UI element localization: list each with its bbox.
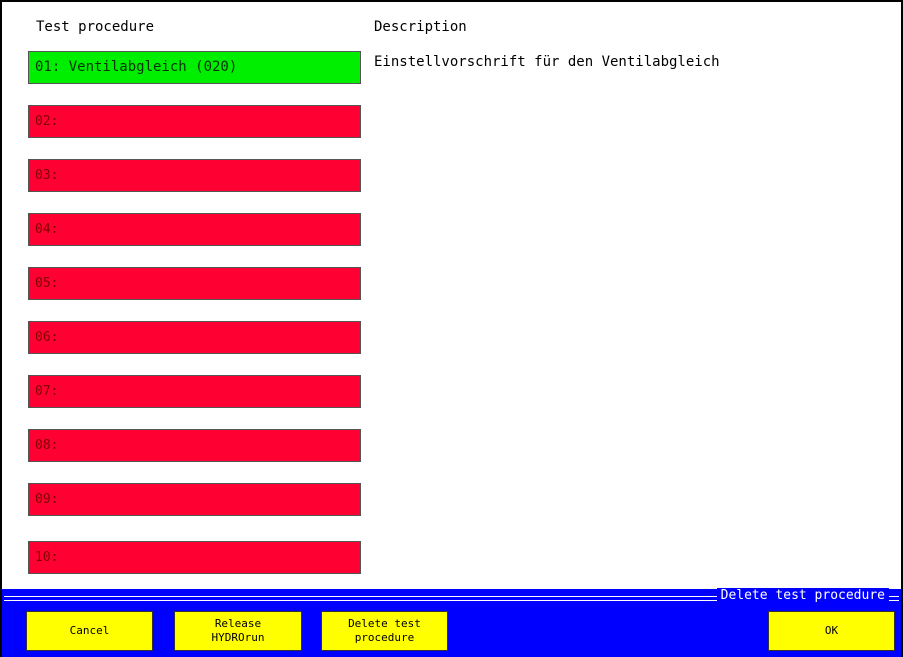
procedure-item-10[interactable]: 10: [28,541,361,574]
procedure-item-03[interactable]: 03: [28,159,361,192]
procedure-item-05[interactable]: 05: [28,267,361,300]
procedure-description: Einstellvorschrift für den Ventilabgleic… [374,54,720,70]
ok-button[interactable]: OK [768,611,895,651]
release-hydrorun-button[interactable]: Release HYDROrun [174,611,302,651]
delete-test-procedure-button[interactable]: Delete test procedure [321,611,448,651]
screen-title-line: Delete test procedure [4,588,899,604]
procedure-item-08[interactable]: 08: [28,429,361,462]
cancel-button[interactable]: Cancel [26,611,153,651]
procedure-item-06[interactable]: 06: [28,321,361,354]
procedure-item-09[interactable]: 09: [28,483,361,516]
procedure-item-07[interactable]: 07: [28,375,361,408]
procedure-item-01[interactable]: 01: Ventilabgleich (020) [28,51,361,84]
procedure-item-02[interactable]: 02: [28,105,361,138]
function-key-bar: Delete test procedure Cancel Release HYD… [2,588,901,657]
procedure-column-header: Test procedure [36,19,155,35]
description-column-header: Description [374,19,467,35]
screen-title: Delete test procedure [716,588,889,604]
procedure-item-04[interactable]: 04: [28,213,361,246]
test-procedure-screen: Test procedure Description 01: Ventilabg… [0,0,903,657]
